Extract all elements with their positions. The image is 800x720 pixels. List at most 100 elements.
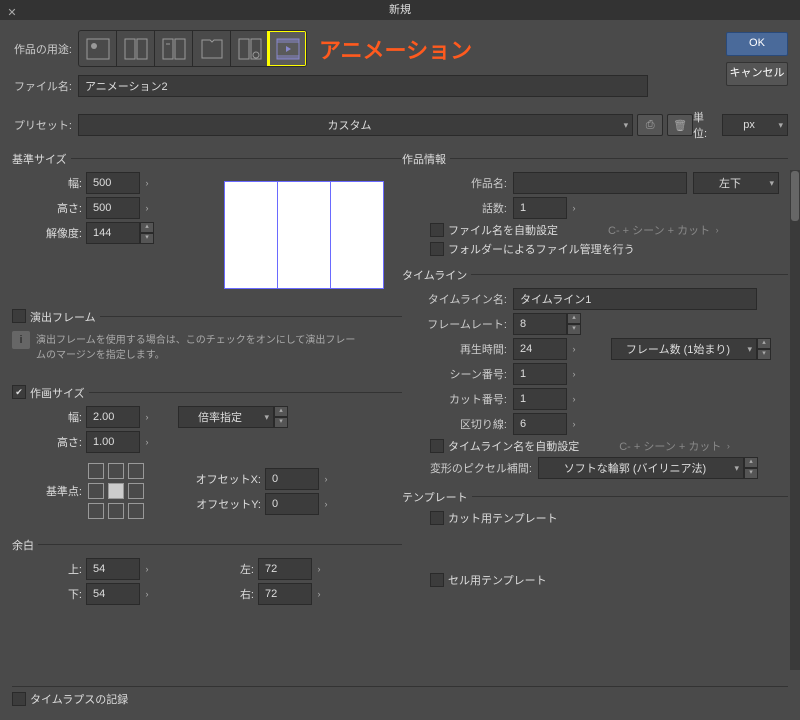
info-name-input[interactable]: [513, 172, 687, 194]
chevron-right-icon[interactable]: ›: [567, 419, 581, 429]
timelapse-label: タイムラプスの記録: [30, 691, 128, 707]
purpose-book-icon[interactable]: [193, 31, 231, 66]
cut-template-check[interactable]: [430, 511, 444, 525]
scrollbar[interactable]: [790, 170, 800, 670]
chevron-right-icon: ›: [721, 441, 735, 451]
chevron-right-icon[interactable]: ›: [567, 344, 581, 354]
preset-delete-icon[interactable]: 🗑: [667, 114, 693, 136]
tl-scene-input[interactable]: [513, 363, 567, 385]
tl-fps-label: フレームレート:: [402, 316, 513, 332]
tl-cut-input[interactable]: [513, 388, 567, 410]
margin-right-label: 右:: [214, 586, 258, 602]
base-height-label: 高さ:: [12, 200, 86, 216]
purpose-annotation: アニメーション: [319, 33, 472, 65]
chevron-right-icon[interactable]: ›: [312, 589, 326, 599]
chevron-right-icon[interactable]: ›: [140, 178, 154, 188]
unit-dropdown[interactable]: px: [722, 114, 788, 136]
chevron-right-icon[interactable]: ›: [567, 203, 581, 213]
base-res-input[interactable]: [86, 222, 140, 244]
chevron-right-icon[interactable]: ›: [319, 474, 333, 484]
margin-right-input[interactable]: [258, 583, 312, 605]
tl-name-input[interactable]: [513, 288, 757, 310]
offsetx-input[interactable]: [265, 468, 319, 490]
purpose-gear-icon[interactable]: [231, 31, 269, 66]
tl-name-label: タイムライン名:: [402, 291, 513, 307]
draw-height-input[interactable]: [86, 431, 140, 453]
timelapse-check[interactable]: [12, 692, 26, 706]
offsetx-label: オフセットX:: [186, 471, 265, 487]
tl-pixel-dropdown[interactable]: ソフトな輪郭 (バイリニア法): [538, 457, 744, 479]
tl-autoname-label: タイムライン名を自動設定: [448, 438, 579, 454]
auto-filename-check[interactable]: [430, 223, 444, 237]
purpose-animation-icon[interactable]: [269, 31, 306, 66]
cut-template-label: カット用テンプレート: [448, 510, 558, 526]
base-height-input[interactable]: [86, 197, 140, 219]
purpose-buttons: [78, 30, 307, 67]
unit-label: 単位:: [693, 109, 718, 141]
filename-label: ファイル名:: [12, 78, 78, 94]
filename-input[interactable]: [78, 75, 648, 97]
chevron-right-icon[interactable]: ›: [140, 203, 154, 213]
tl-scene-label: シーン番号:: [402, 366, 513, 382]
tl-pixel-label: 変形のピクセル補間:: [402, 460, 538, 476]
folder-check[interactable]: [430, 242, 444, 256]
scrollbar-thumb[interactable]: [791, 171, 799, 221]
offsety-label: オフセットY:: [186, 496, 265, 512]
purpose-comic-icon[interactable]: [117, 31, 155, 66]
chevron-right-icon[interactable]: ›: [312, 564, 326, 574]
cel-template-check[interactable]: [430, 573, 444, 587]
draw-size-check[interactable]: [12, 385, 26, 399]
cancel-button[interactable]: キャンセル: [726, 62, 788, 86]
info-name-label: 作品名:: [402, 175, 513, 191]
tl-fps-input[interactable]: [513, 313, 567, 335]
direction-frame-label: 演出フレーム: [30, 305, 96, 327]
canvas-preview: [224, 181, 384, 289]
preset-save-icon[interactable]: ⎙: [637, 114, 663, 136]
chevron-right-icon[interactable]: ›: [567, 394, 581, 404]
auto-filename-label: ファイル名を自動設定: [448, 222, 558, 238]
auto-filename-hint: C- + シーン + カット: [608, 222, 710, 238]
info-icon: i: [12, 331, 30, 349]
offsety-input[interactable]: [265, 493, 319, 515]
tl-div-label: 区切り線:: [402, 416, 513, 432]
draw-width-input[interactable]: [86, 406, 140, 428]
draw-width-label: 幅:: [12, 409, 86, 425]
chevron-right-icon[interactable]: ›: [140, 564, 154, 574]
chevron-right-icon[interactable]: ›: [567, 369, 581, 379]
chevron-right-icon[interactable]: ›: [140, 589, 154, 599]
chevron-right-icon[interactable]: ›: [140, 437, 154, 447]
pixel-stepper[interactable]: ▴▾: [744, 457, 758, 479]
close-icon[interactable]: ✕: [6, 3, 18, 15]
res-stepper[interactable]: ▴▾: [140, 222, 154, 244]
anchor-grid[interactable]: [86, 461, 146, 521]
fps-stepper[interactable]: ▴▾: [567, 313, 581, 335]
chevron-right-icon[interactable]: ›: [319, 499, 333, 509]
ok-button[interactable]: OK: [726, 32, 788, 56]
draw-mode-dropdown[interactable]: 倍率指定: [178, 406, 274, 428]
purpose-print-icon[interactable]: [155, 31, 193, 66]
margin-bottom-input[interactable]: [86, 583, 140, 605]
purpose-label: 作品の用途:: [12, 41, 78, 57]
draw-mode-stepper[interactable]: ▴▾: [274, 406, 288, 428]
preset-dropdown[interactable]: カスタム: [78, 114, 633, 136]
margin-top-label: 上:: [12, 561, 86, 577]
direction-frame-check[interactable]: [12, 309, 26, 323]
chevron-right-icon[interactable]: ›: [140, 412, 154, 422]
play-mode-stepper[interactable]: ▴▾: [757, 338, 771, 360]
new-dialog: ✕ 新規 OK キャンセル 作品の用途: アニメーション ファイル名: プリセッ…: [0, 0, 800, 720]
tl-play-input[interactable]: [513, 338, 567, 360]
base-width-input[interactable]: [86, 172, 140, 194]
purpose-illustration-icon[interactable]: [79, 31, 117, 66]
info-pos-dropdown[interactable]: 左下: [693, 172, 779, 194]
margin-top-input[interactable]: [86, 558, 140, 580]
margin-left-input[interactable]: [258, 558, 312, 580]
draw-height-label: 高さ:: [12, 434, 86, 450]
margin-bottom-label: 下:: [12, 586, 86, 602]
folder-label: フォルダーによるファイル管理を行う: [448, 241, 635, 257]
cel-template-label: セル用テンプレート: [448, 572, 547, 588]
tl-div-input[interactable]: [513, 413, 567, 435]
tl-autoname-check[interactable]: [430, 439, 444, 453]
info-ep-input[interactable]: [513, 197, 567, 219]
tl-play-mode-dropdown[interactable]: フレーム数 (1始まり): [611, 338, 757, 360]
base-res-label: 解像度:: [12, 225, 86, 241]
